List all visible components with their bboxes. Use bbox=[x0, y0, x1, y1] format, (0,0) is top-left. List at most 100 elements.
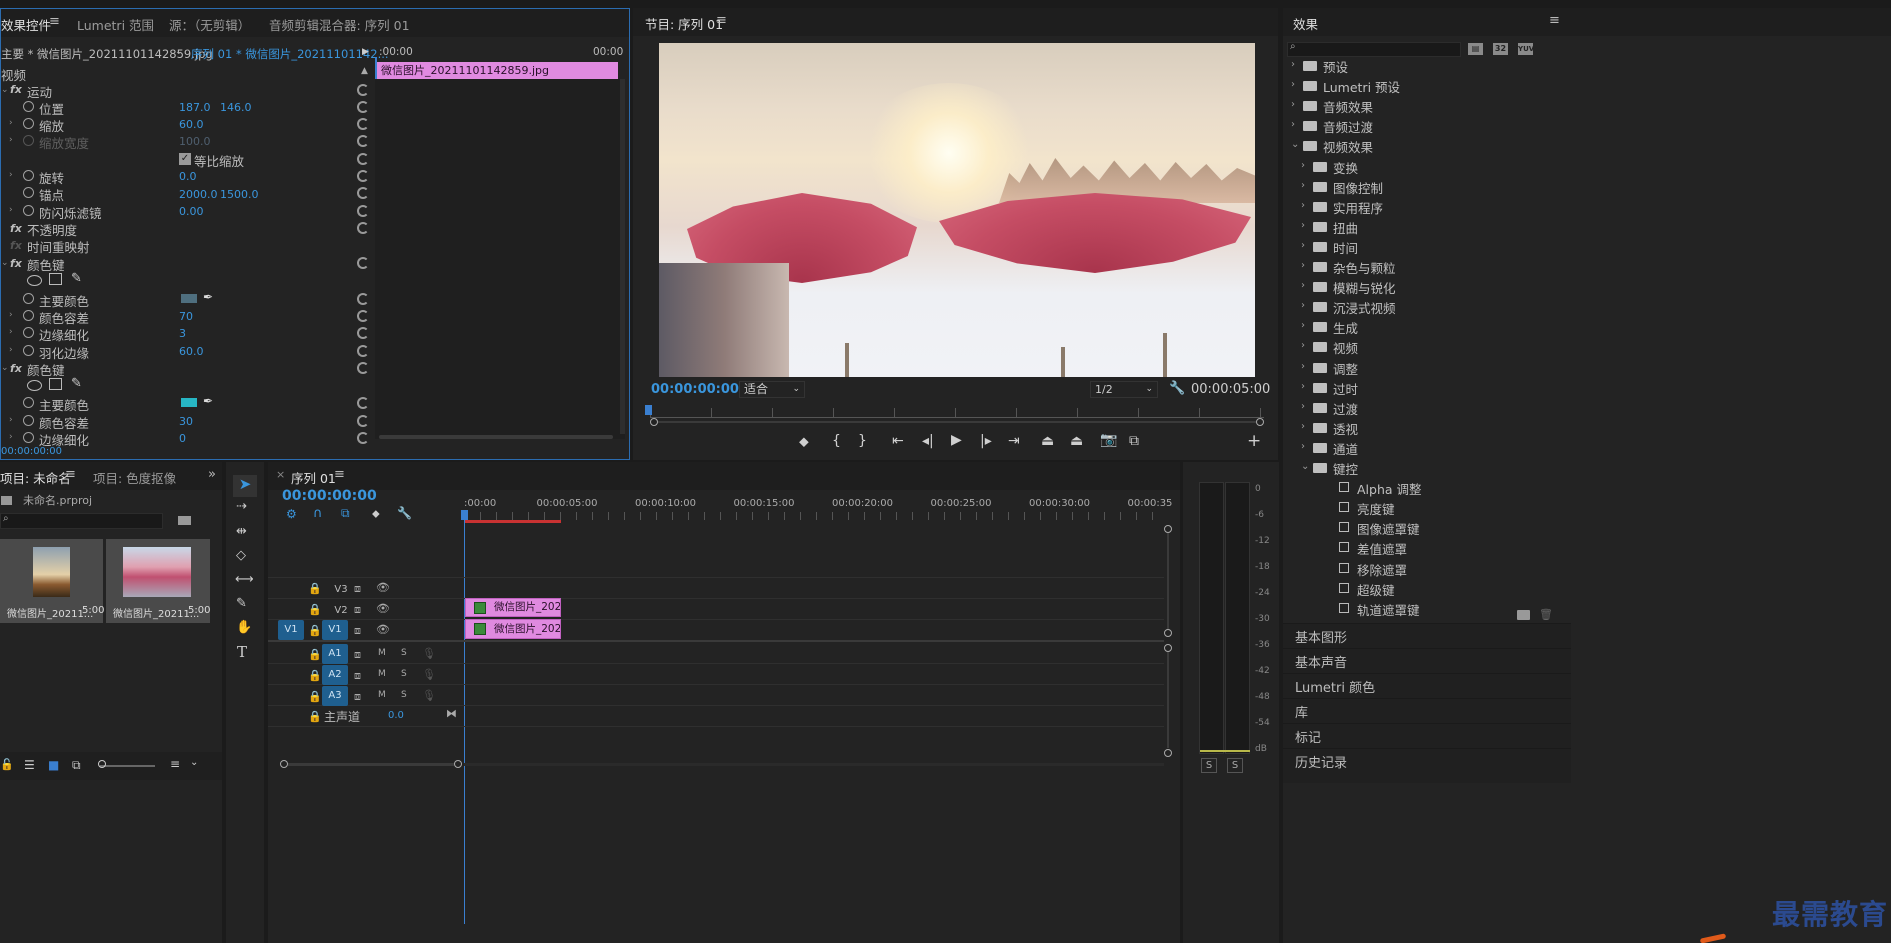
mark-in-icon[interactable]: { bbox=[832, 433, 841, 449]
snap-icon[interactable]: ∩ bbox=[313, 506, 323, 521]
panel-menu-icon[interactable]: ≡ bbox=[1549, 13, 1560, 28]
panel-menu-icon[interactable]: ≡ bbox=[49, 14, 60, 29]
effects-tree-item[interactable]: › 图像控制 bbox=[1283, 177, 1568, 197]
lock-icon[interactable]: 🔒 bbox=[308, 690, 322, 703]
chevron-right-icon[interactable]: › bbox=[1301, 240, 1305, 251]
effects-tree-item[interactable]: › 变换 bbox=[1283, 157, 1568, 177]
timeline-hscroll-left[interactable] bbox=[280, 760, 288, 768]
stopwatch-icon[interactable] bbox=[23, 293, 34, 304]
program-title[interactable]: 节目: 序列 01 bbox=[645, 14, 723, 33]
reset-icon[interactable] bbox=[357, 362, 369, 374]
anchor-x[interactable]: 2000.0 bbox=[179, 188, 218, 201]
master-track-value[interactable]: 0.0 bbox=[388, 710, 404, 721]
effects-tree-item[interactable]: › 通道 bbox=[1283, 438, 1568, 458]
reset-icon[interactable] bbox=[357, 118, 369, 130]
anti-flicker-value[interactable]: 0.00 bbox=[179, 205, 204, 218]
source-patch-v1[interactable]: V1 bbox=[278, 620, 304, 640]
lock-icon[interactable]: 🔒 bbox=[308, 648, 322, 661]
track-label-v2[interactable]: V2 bbox=[326, 602, 356, 619]
microphone-icon[interactable]: 🎙 bbox=[422, 647, 436, 660]
compare-icon[interactable]: ⧉ bbox=[1129, 433, 1139, 449]
eye-icon[interactable]: 👁 bbox=[376, 581, 390, 594]
effects-tree-item[interactable]: 移除遮罩 bbox=[1283, 559, 1568, 579]
fx-icon[interactable]: fx bbox=[10, 362, 22, 375]
track-label-v3[interactable]: V3 bbox=[326, 581, 356, 598]
ripple-edit-tool-icon[interactable]: ⇹ bbox=[236, 524, 247, 539]
expand-icon[interactable]: › bbox=[9, 205, 13, 215]
chevron-right-icon[interactable]: › bbox=[1291, 99, 1295, 110]
effects-tree-item[interactable]: ⌄ 视频效果 bbox=[1283, 136, 1568, 156]
ellipse-mask-icon[interactable] bbox=[27, 380, 42, 391]
expand-icon[interactable]: › bbox=[9, 432, 13, 442]
timeline-ruler[interactable]: :00:00 00:00:05:00 00:00:10:00 00:00:15:00 0… bbox=[464, 496, 1172, 526]
track-label-a2[interactable]: A2 bbox=[322, 665, 348, 685]
microphone-icon[interactable]: 🎙 bbox=[422, 689, 436, 702]
audio-scroll-handle-top[interactable] bbox=[1164, 644, 1172, 652]
toggle-sync-icon[interactable]: ⧈ bbox=[354, 624, 361, 638]
effects-tree-item[interactable]: 差值遮罩 bbox=[1283, 538, 1568, 558]
timeline-hscroll-right[interactable] bbox=[454, 760, 462, 768]
track-label-a3[interactable]: A3 bbox=[322, 686, 348, 706]
reset-icon[interactable] bbox=[357, 222, 369, 234]
program-scroll[interactable] bbox=[650, 418, 1264, 426]
camera-icon[interactable]: 📷 bbox=[1100, 432, 1117, 448]
collapse-up-icon[interactable]: ▲ bbox=[361, 66, 368, 76]
effects-tree-item[interactable]: 超级键 bbox=[1283, 579, 1568, 599]
new-bin-icon[interactable] bbox=[1517, 610, 1530, 620]
color-swatch-2[interactable] bbox=[181, 398, 197, 407]
slip-tool-icon[interactable]: ⟷ bbox=[235, 572, 254, 587]
tab-lumetri-scopes[interactable]: Lumetri 范围 bbox=[77, 15, 154, 34]
scroll-handle-right[interactable] bbox=[1256, 418, 1264, 426]
chevron-down-icon[interactable]: ⌄ bbox=[1301, 461, 1309, 472]
lock-icon[interactable]: 🔒 bbox=[308, 624, 322, 637]
track-label-v1[interactable]: V1 bbox=[322, 620, 348, 640]
scale-value[interactable]: 60.0 bbox=[179, 118, 204, 131]
effects-tree-item[interactable]: › 调整 bbox=[1283, 358, 1568, 378]
chevron-right-icon[interactable]: › bbox=[1301, 441, 1305, 452]
lock-icon[interactable]: 🔓 bbox=[0, 758, 14, 771]
project-item-2[interactable]: 微信图片_20211... 5:00 bbox=[106, 539, 210, 623]
expand-icon[interactable]: › bbox=[9, 415, 13, 425]
stopwatch-icon[interactable] bbox=[23, 187, 34, 198]
effects-tree-item[interactable]: 图像遮罩键 bbox=[1283, 518, 1568, 538]
clip-v1[interactable]: 微信图片_2021110 bbox=[465, 619, 561, 639]
solo-button[interactable]: S bbox=[401, 690, 407, 700]
mute-button[interactable]: M bbox=[378, 648, 386, 658]
timeline-hscroll-track[interactable] bbox=[288, 763, 454, 766]
step-back-icon[interactable]: ◂| bbox=[922, 433, 934, 449]
effects-tree-item[interactable]: › 音频过渡 bbox=[1283, 116, 1568, 136]
close-icon[interactable]: × bbox=[276, 468, 285, 481]
ec-timecode[interactable]: 00:00:00:00 bbox=[1, 446, 62, 457]
solo-button[interactable]: S bbox=[401, 669, 407, 679]
effects-tree-item[interactable]: › 模糊与锐化 bbox=[1283, 277, 1568, 297]
program-timecode[interactable]: 00:00:00:00 bbox=[651, 382, 739, 397]
toggle-sync-icon[interactable]: ⧈ bbox=[354, 669, 361, 683]
selection-tool-icon[interactable]: ➤ bbox=[233, 475, 257, 497]
stack-history[interactable]: 历史记录 bbox=[1283, 748, 1571, 778]
expand-icon[interactable]: › bbox=[9, 118, 13, 128]
toggle-sync-icon[interactable]: ⧈ bbox=[354, 603, 361, 617]
toggle-sync-icon[interactable]: ⧈ bbox=[354, 648, 361, 662]
effects-tree-item[interactable]: › 透视 bbox=[1283, 418, 1568, 438]
tab-project-untitled[interactable]: 项目: 未命名 bbox=[0, 468, 71, 487]
reset-icon[interactable] bbox=[357, 397, 369, 409]
accelerated-effects-icon[interactable]: ▤ bbox=[1468, 43, 1483, 55]
position-x[interactable]: 187.0 bbox=[179, 101, 211, 114]
panel-menu-icon[interactable]: ≡ bbox=[716, 13, 727, 28]
add-marker-icon[interactable]: ⬥ bbox=[799, 434, 809, 450]
stopwatch-icon[interactable] bbox=[23, 310, 34, 321]
lock-icon[interactable]: 🔒 bbox=[308, 582, 322, 595]
chevron-right-icon[interactable]: › bbox=[1301, 381, 1305, 392]
new-bin-from-search-icon[interactable] bbox=[178, 516, 191, 525]
reset-icon[interactable] bbox=[357, 257, 369, 269]
chevron-right-icon[interactable]: › bbox=[1301, 421, 1305, 432]
reset-icon[interactable] bbox=[357, 101, 369, 113]
pen-mask-icon[interactable]: ✎ bbox=[71, 271, 82, 286]
anchor-y[interactable]: 1500.0 bbox=[220, 188, 259, 201]
ec-hscroll[interactable] bbox=[379, 435, 613, 439]
chevron-right-icon[interactable]: › bbox=[1301, 220, 1305, 231]
effects-tree-item[interactable]: › 生成 bbox=[1283, 317, 1568, 337]
solo-left-button[interactable]: S bbox=[1201, 758, 1217, 773]
play-icon[interactable]: ▶ bbox=[951, 432, 962, 448]
track-label-a1[interactable]: A1 bbox=[322, 644, 348, 664]
